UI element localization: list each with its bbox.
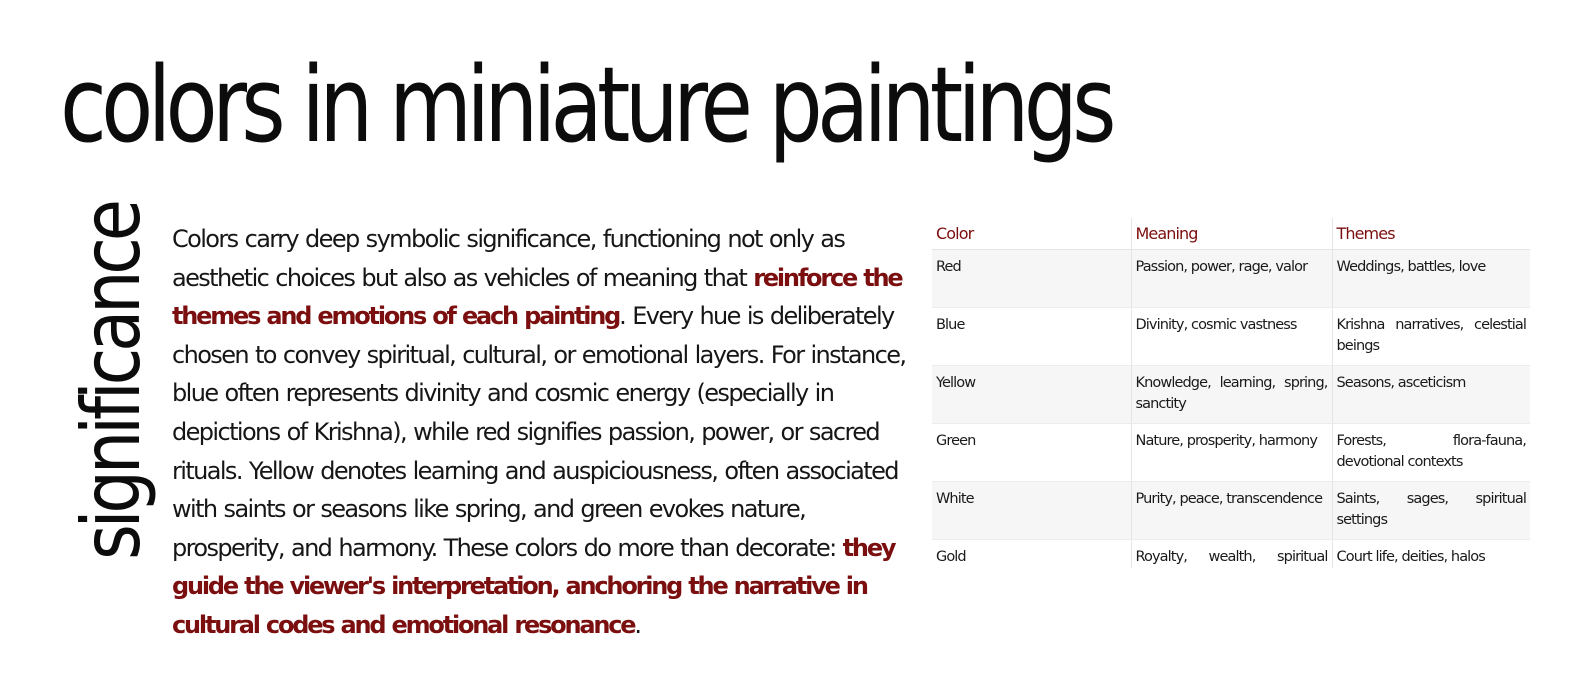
cell-meaning: Royalty, wealth, spiritual elevation <box>1130 539 1332 568</box>
cell-themes: Saints, sages, spiritual settings <box>1331 481 1530 540</box>
cell-meaning: Nature, prosperity, harmony <box>1130 423 1332 482</box>
cell-color: White <box>932 481 1131 540</box>
header-meaning: Meaning <box>1130 218 1332 250</box>
cell-themes: Seasons, asceticism <box>1331 365 1530 424</box>
header-themes: Themes <box>1331 218 1530 250</box>
cell-color: Blue <box>932 307 1131 366</box>
table-row: Yellow Knowledge, learning, spring, sanc… <box>932 365 1530 424</box>
table-row: Green Nature, prosperity, harmony Forest… <box>932 423 1530 482</box>
color-meaning-table-container: Color Meaning Themes Red Passion, power,… <box>932 218 1530 568</box>
color-meaning-table: Color Meaning Themes Red Passion, power,… <box>932 218 1530 568</box>
significance-paragraph: Colors carry deep symbolic significance,… <box>172 220 922 645</box>
page-title: colors in miniature paintings <box>60 44 1117 166</box>
paragraph-text-3: . <box>634 610 642 639</box>
cell-themes: Krishna narratives, celestial beings <box>1331 307 1530 366</box>
cell-themes: Weddings, battles, love <box>1331 249 1530 308</box>
cell-color: Red <box>932 249 1131 308</box>
cell-themes: Forests, flora-fauna, devotional context… <box>1331 423 1530 482</box>
table-header-row: Color Meaning Themes <box>932 218 1530 250</box>
paragraph-text-1: Colors carry deep symbolic significance,… <box>172 225 846 292</box>
table-row: Red Passion, power, rage, valor Weddings… <box>932 249 1530 308</box>
cell-color: Green <box>932 423 1131 482</box>
cell-meaning: Knowledge, learning, spring, sanctity <box>1130 365 1332 424</box>
table-row: White Purity, peace, transcendence Saint… <box>932 481 1530 540</box>
header-color: Color <box>932 218 1131 250</box>
cell-meaning: Passion, power, rage, valor <box>1130 249 1332 308</box>
table-row: Blue Divinity, cosmic vastness Krishna n… <box>932 307 1530 366</box>
cell-meaning: Divinity, cosmic vastness <box>1130 307 1332 366</box>
paragraph-text-2: . Every hue is deliberately chosen to co… <box>172 302 907 562</box>
cell-meaning: Purity, peace, transcendence <box>1130 481 1332 540</box>
cell-color: Yellow <box>932 365 1131 424</box>
cell-color: Gold <box>932 539 1131 568</box>
section-label: significance <box>62 203 162 560</box>
cell-themes: Court life, deities, halos <box>1331 539 1530 568</box>
section-label-text: significance <box>65 203 158 560</box>
table-row: Gold Royalty, wealth, spiritual elevatio… <box>932 539 1530 568</box>
